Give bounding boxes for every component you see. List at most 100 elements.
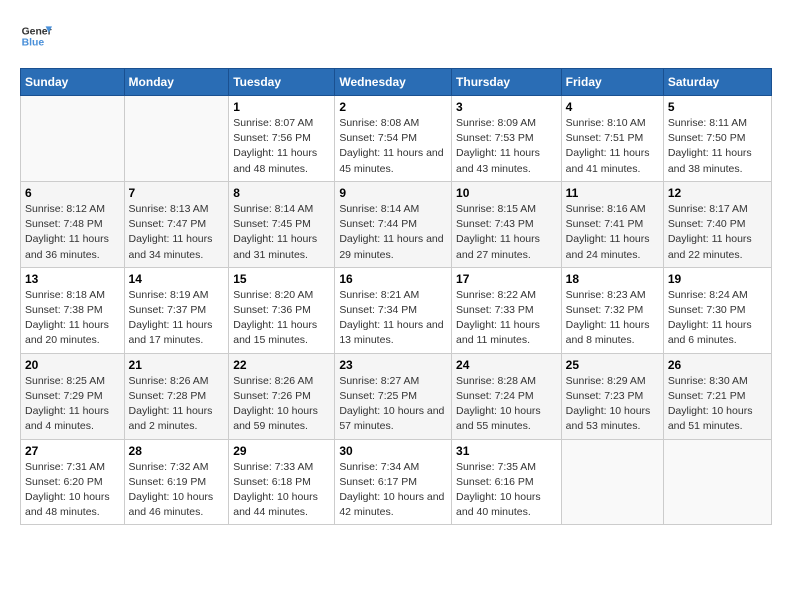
calendar-cell: 15 Sunrise: 8:20 AM Sunset: 7:36 PM Dayli… — [229, 267, 335, 353]
day-header-thursday: Thursday — [452, 69, 562, 96]
day-number: 10 — [456, 186, 557, 200]
calendar-cell: 22 Sunrise: 8:26 AM Sunset: 7:26 PM Dayli… — [229, 353, 335, 439]
calendar-cell: 24 Sunrise: 8:28 AM Sunset: 7:24 PM Dayli… — [452, 353, 562, 439]
day-number: 1 — [233, 100, 330, 114]
day-number: 13 — [25, 272, 120, 286]
day-info: Sunrise: 8:09 AM Sunset: 7:53 PM Dayligh… — [456, 116, 557, 177]
calendar-cell: 12 Sunrise: 8:17 AM Sunset: 7:40 PM Dayli… — [663, 181, 771, 267]
day-info: Sunrise: 7:31 AM Sunset: 6:20 PM Dayligh… — [25, 460, 120, 521]
calendar-cell: 5 Sunrise: 8:11 AM Sunset: 7:50 PM Daylig… — [663, 96, 771, 182]
day-number: 31 — [456, 444, 557, 458]
calendar-cell: 26 Sunrise: 8:30 AM Sunset: 7:21 PM Dayli… — [663, 353, 771, 439]
calendar-cell: 16 Sunrise: 8:21 AM Sunset: 7:34 PM Dayli… — [335, 267, 452, 353]
day-number: 20 — [25, 358, 120, 372]
svg-text:Blue: Blue — [22, 38, 45, 49]
day-number: 9 — [339, 186, 447, 200]
day-number: 3 — [456, 100, 557, 114]
day-number: 26 — [668, 358, 767, 372]
day-number: 18 — [566, 272, 659, 286]
day-header-wednesday: Wednesday — [335, 69, 452, 96]
day-info: Sunrise: 8:28 AM Sunset: 7:24 PM Dayligh… — [456, 374, 557, 435]
day-number: 5 — [668, 100, 767, 114]
day-number: 2 — [339, 100, 447, 114]
day-info: Sunrise: 8:07 AM Sunset: 7:56 PM Dayligh… — [233, 116, 330, 177]
calendar-week-1: 1 Sunrise: 8:07 AM Sunset: 7:56 PM Daylig… — [21, 96, 772, 182]
calendar-cell — [124, 96, 229, 182]
calendar-cell: 19Sunrise: 8:24 AM Sunset: 7:30 PM Dayli… — [663, 267, 771, 353]
days-header-row: SundayMondayTuesdayWednesdayThursdayFrid… — [21, 69, 772, 96]
day-info: Sunrise: 8:15 AM Sunset: 7:43 PM Dayligh… — [456, 202, 557, 263]
day-number: 16 — [339, 272, 447, 286]
page-header: General Blue — [20, 20, 772, 52]
calendar-cell: 23 Sunrise: 8:27 AM Sunset: 7:25 PM Dayli… — [335, 353, 452, 439]
calendar-cell: 20 Sunrise: 8:25 AM Sunset: 7:29 PM Dayli… — [21, 353, 125, 439]
day-info: Sunrise: 8:26 AM Sunset: 7:28 PM Dayligh… — [129, 374, 225, 435]
calendar-cell: 2 Sunrise: 8:08 AM Sunset: 7:54 PM Daylig… — [335, 96, 452, 182]
day-number: 24 — [456, 358, 557, 372]
day-number: 11 — [566, 186, 659, 200]
day-info: Sunrise: 8:12 AM Sunset: 7:48 PM Dayligh… — [25, 202, 120, 263]
day-number: 8 — [233, 186, 330, 200]
calendar-cell — [663, 439, 771, 525]
day-info: Sunrise: 8:26 AM Sunset: 7:26 PM Dayligh… — [233, 374, 330, 435]
day-header-friday: Friday — [561, 69, 663, 96]
day-number: 12 — [668, 186, 767, 200]
day-info: Sunrise: 7:32 AM Sunset: 6:19 PM Dayligh… — [129, 460, 225, 521]
calendar-cell: 27Sunrise: 7:31 AM Sunset: 6:20 PM Dayli… — [21, 439, 125, 525]
calendar-cell — [561, 439, 663, 525]
day-info: Sunrise: 8:13 AM Sunset: 7:47 PM Dayligh… — [129, 202, 225, 263]
calendar-cell: 11 Sunrise: 8:16 AM Sunset: 7:41 PM Dayli… — [561, 181, 663, 267]
day-info: Sunrise: 8:29 AM Sunset: 7:23 PM Dayligh… — [566, 374, 659, 435]
day-header-sunday: Sunday — [21, 69, 125, 96]
day-info: Sunrise: 8:11 AM Sunset: 7:50 PM Dayligh… — [668, 116, 767, 177]
day-number: 15 — [233, 272, 330, 286]
day-info: Sunrise: 8:23 AM Sunset: 7:32 PM Dayligh… — [566, 288, 659, 349]
day-info: Sunrise: 7:33 AM Sunset: 6:18 PM Dayligh… — [233, 460, 330, 521]
day-info: Sunrise: 8:30 AM Sunset: 7:21 PM Dayligh… — [668, 374, 767, 435]
day-info: Sunrise: 8:16 AM Sunset: 7:41 PM Dayligh… — [566, 202, 659, 263]
calendar-cell: 3 Sunrise: 8:09 AM Sunset: 7:53 PM Daylig… — [452, 96, 562, 182]
calendar-cell: 30 Sunrise: 7:34 AM Sunset: 6:17 PM Dayli… — [335, 439, 452, 525]
day-info: Sunrise: 8:20 AM Sunset: 7:36 PM Dayligh… — [233, 288, 330, 349]
day-info: Sunrise: 8:27 AM Sunset: 7:25 PM Dayligh… — [339, 374, 447, 435]
day-number: 21 — [129, 358, 225, 372]
day-number: 23 — [339, 358, 447, 372]
day-info: Sunrise: 8:25 AM Sunset: 7:29 PM Dayligh… — [25, 374, 120, 435]
day-info: Sunrise: 8:21 AM Sunset: 7:34 PM Dayligh… — [339, 288, 447, 349]
calendar-cell: 18 Sunrise: 8:23 AM Sunset: 7:32 PM Dayli… — [561, 267, 663, 353]
day-header-tuesday: Tuesday — [229, 69, 335, 96]
day-info: Sunrise: 8:14 AM Sunset: 7:45 PM Dayligh… — [233, 202, 330, 263]
day-number: 30 — [339, 444, 447, 458]
calendar-cell: 21 Sunrise: 8:26 AM Sunset: 7:28 PM Dayli… — [124, 353, 229, 439]
day-info: Sunrise: 7:34 AM Sunset: 6:17 PM Dayligh… — [339, 460, 447, 521]
calendar-week-2: 6Sunrise: 8:12 AM Sunset: 7:48 PM Daylig… — [21, 181, 772, 267]
day-number: 25 — [566, 358, 659, 372]
day-number: 29 — [233, 444, 330, 458]
day-info: Sunrise: 8:08 AM Sunset: 7:54 PM Dayligh… — [339, 116, 447, 177]
calendar-cell: 4Sunrise: 8:10 AM Sunset: 7:51 PM Daylig… — [561, 96, 663, 182]
calendar-table: SundayMondayTuesdayWednesdayThursdayFrid… — [20, 68, 772, 525]
day-number: 7 — [129, 186, 225, 200]
calendar-cell: 25 Sunrise: 8:29 AM Sunset: 7:23 PM Dayli… — [561, 353, 663, 439]
calendar-cell: 17Sunrise: 8:22 AM Sunset: 7:33 PM Dayli… — [452, 267, 562, 353]
calendar-week-5: 27Sunrise: 7:31 AM Sunset: 6:20 PM Dayli… — [21, 439, 772, 525]
calendar-cell: 1 Sunrise: 8:07 AM Sunset: 7:56 PM Daylig… — [229, 96, 335, 182]
day-info: Sunrise: 8:18 AM Sunset: 7:38 PM Dayligh… — [25, 288, 120, 349]
calendar-cell: 9 Sunrise: 8:14 AM Sunset: 7:44 PM Daylig… — [335, 181, 452, 267]
calendar-cell: 10 Sunrise: 8:15 AM Sunset: 7:43 PM Dayli… — [452, 181, 562, 267]
logo-icon: General Blue — [20, 20, 52, 52]
calendar-cell: 28 Sunrise: 7:32 AM Sunset: 6:19 PM Dayli… — [124, 439, 229, 525]
day-number: 4 — [566, 100, 659, 114]
day-number: 19 — [668, 272, 767, 286]
day-number: 14 — [129, 272, 225, 286]
calendar-cell: 8 Sunrise: 8:14 AM Sunset: 7:45 PM Daylig… — [229, 181, 335, 267]
day-info: Sunrise: 8:14 AM Sunset: 7:44 PM Dayligh… — [339, 202, 447, 263]
day-number: 22 — [233, 358, 330, 372]
calendar-cell: 14Sunrise: 8:19 AM Sunset: 7:37 PM Dayli… — [124, 267, 229, 353]
day-number: 17 — [456, 272, 557, 286]
day-number: 28 — [129, 444, 225, 458]
logo: General Blue — [20, 20, 52, 52]
calendar-week-4: 20 Sunrise: 8:25 AM Sunset: 7:29 PM Dayli… — [21, 353, 772, 439]
day-info: Sunrise: 8:17 AM Sunset: 7:40 PM Dayligh… — [668, 202, 767, 263]
calendar-cell: 13 Sunrise: 8:18 AM Sunset: 7:38 PM Dayli… — [21, 267, 125, 353]
